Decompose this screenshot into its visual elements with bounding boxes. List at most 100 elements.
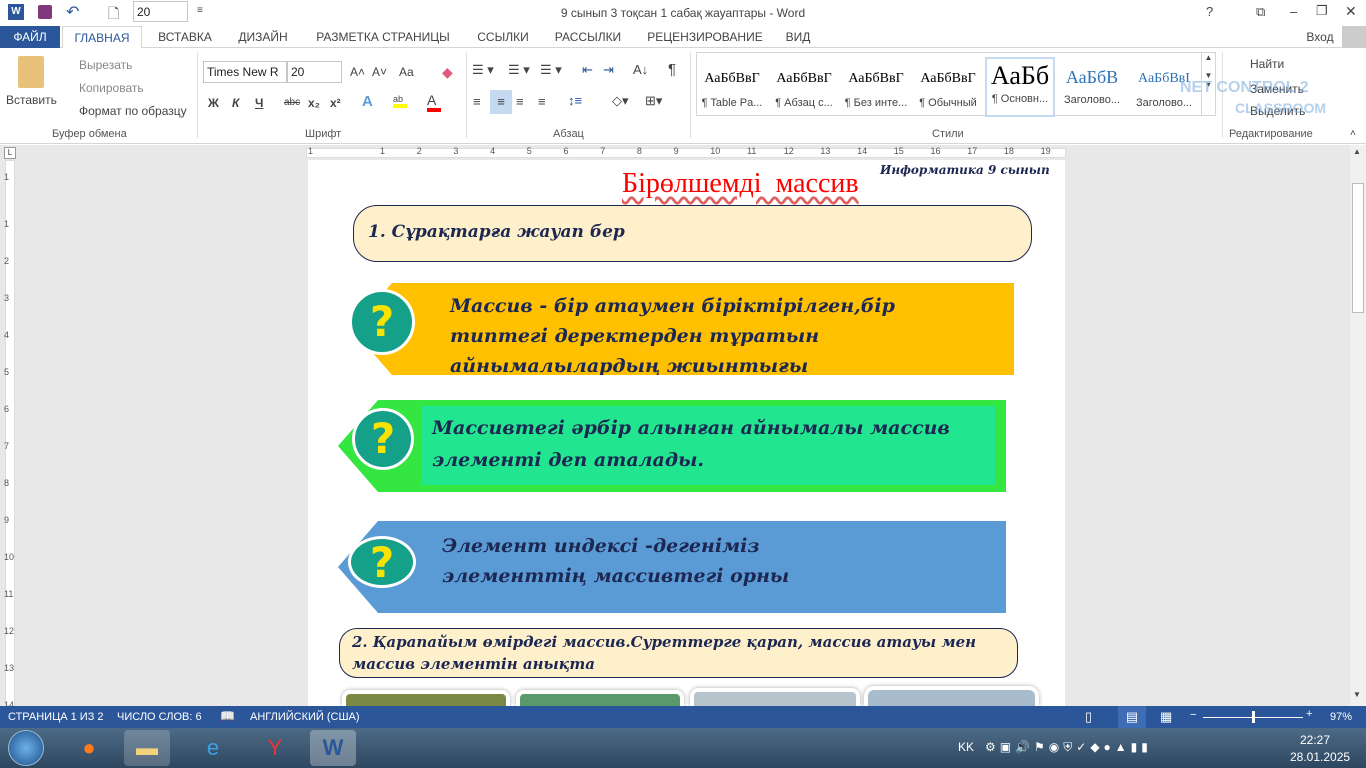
system-tray-icons[interactable]: ⚙▣🔊⚑◉⛨✓◆●▲▮▮ bbox=[985, 740, 1275, 755]
style-no-spacing[interactable]: АаБбВвГ ¶ Без инте... bbox=[841, 57, 911, 117]
find-button[interactable]: Найти bbox=[1250, 57, 1284, 71]
cut-button[interactable]: Вырезать bbox=[79, 58, 132, 72]
sign-in-link[interactable]: Вход bbox=[1300, 26, 1340, 48]
font-group-label: Шрифт bbox=[305, 128, 342, 140]
editing-group-label: Редактирование bbox=[1229, 128, 1313, 140]
font-name-input[interactable]: Times New R bbox=[203, 61, 287, 83]
tab-design[interactable]: ДИЗАЙН bbox=[228, 26, 298, 48]
tab-review[interactable]: РЕЦЕНЗИРОВАНИЕ bbox=[640, 26, 770, 48]
internet-explorer-icon[interactable]: e bbox=[190, 730, 236, 766]
highlight-icon[interactable]: ab bbox=[393, 94, 407, 108]
copy-button[interactable]: Копировать bbox=[79, 81, 144, 95]
word-count[interactable]: ЧИСЛО СЛОВ: 6 bbox=[117, 711, 202, 723]
font-color-icon[interactable]: A bbox=[427, 92, 441, 112]
grow-font-button[interactable]: A˄ bbox=[350, 65, 365, 79]
line-spacing-icon[interactable]: ↕≡ bbox=[568, 93, 582, 108]
multilevel-list-icon[interactable]: ☰ ▾ bbox=[540, 62, 562, 78]
style-table-paragraph[interactable]: АаБбВвГ ¶ Table Pa... bbox=[697, 57, 767, 117]
file-explorer-icon[interactable]: ▬ bbox=[124, 730, 170, 766]
numbering-icon[interactable]: ☰ ▾ bbox=[508, 62, 530, 78]
borders-icon[interactable]: ⊞▾ bbox=[645, 93, 662, 109]
text-effects-icon[interactable]: A bbox=[362, 93, 373, 110]
quick-font-size[interactable]: 20 bbox=[133, 1, 188, 22]
ruler-tick-label: 4 bbox=[490, 146, 496, 156]
zoom-level[interactable]: 97% bbox=[1330, 711, 1352, 723]
print-layout-icon[interactable]: ▤ bbox=[1118, 706, 1146, 728]
format-painter-button[interactable]: Формат по образцу bbox=[79, 104, 187, 118]
horizontal-ruler[interactable]: L 1 1 2 3 4 5 6 7 8 9 10 11 12 13 14 15 16 17 18 19 bbox=[0, 145, 1350, 160]
italic-button[interactable]: К bbox=[232, 96, 239, 110]
decrease-indent-icon[interactable]: ⇤ bbox=[582, 62, 593, 78]
tab-home[interactable]: ГЛАВНАЯ bbox=[62, 26, 142, 49]
zoom-out-button[interactable]: − bbox=[1190, 709, 1196, 721]
ruler-tick-label: 10 bbox=[4, 552, 15, 562]
style-normal[interactable]: АаБбВвГ ¶ Обычный bbox=[913, 57, 983, 117]
strikethrough-button[interactable]: abc bbox=[284, 97, 300, 108]
undo-icon[interactable]: ↶ bbox=[66, 2, 79, 22]
align-left-icon[interactable]: ≡ bbox=[473, 94, 481, 109]
document-title[interactable]: Бірөлшемді массив bbox=[622, 168, 859, 200]
tab-layout[interactable]: РАЗМЕТКА СТРАНИЦЫ bbox=[308, 26, 458, 48]
ruler-tick-label: 11 bbox=[4, 589, 14, 599]
question-icon: ? bbox=[349, 289, 415, 355]
page-count[interactable]: СТРАНИЦА 1 ИЗ 2 bbox=[8, 711, 104, 723]
word-taskbar-icon[interactable]: W bbox=[310, 730, 356, 766]
zoom-in-button[interactable]: + bbox=[1306, 708, 1312, 720]
tab-view[interactable]: ВИД bbox=[778, 26, 818, 48]
language[interactable]: АНГЛИЙСКИЙ (США) bbox=[250, 711, 360, 723]
close-button[interactable]: ✕ bbox=[1345, 3, 1357, 20]
collapse-ribbon-icon[interactable]: ˄ bbox=[1350, 128, 1356, 139]
ruler-tick-label: 1 bbox=[380, 146, 386, 156]
tab-selector[interactable]: L bbox=[4, 147, 16, 159]
help-button[interactable]: ? bbox=[1206, 4, 1213, 19]
proofing-icon[interactable]: 📖 bbox=[220, 709, 235, 723]
superscript-button[interactable]: x² bbox=[330, 96, 341, 110]
shrink-font-button[interactable]: A˅ bbox=[372, 65, 387, 79]
firefox-icon[interactable]: ● bbox=[66, 730, 112, 766]
read-mode-icon[interactable]: ▯ bbox=[1085, 709, 1092, 725]
restore-button[interactable]: ❐ bbox=[1316, 3, 1328, 19]
input-language[interactable]: KK bbox=[958, 740, 974, 754]
yandex-browser-icon[interactable]: Y bbox=[252, 730, 298, 766]
change-case-button[interactable]: Aa bbox=[399, 65, 414, 79]
style-heading-1[interactable]: АаБбВ Заголово... bbox=[1057, 57, 1127, 117]
vertical-ruler[interactable]: 1 1 2 3 4 5 6 7 8 9 10 11 12 13 14 bbox=[0, 160, 20, 710]
ruler-tick-label: 2 bbox=[416, 146, 422, 156]
bold-button[interactable]: Ж bbox=[208, 96, 219, 110]
style-list-paragraph[interactable]: АаБбВвГ ¶ Абзац с... bbox=[769, 57, 839, 117]
style-body[interactable]: АаБб ¶ Основн... bbox=[985, 57, 1055, 117]
definition-text-3: Элемент индексі -дегеніміз элементтің ма… bbox=[442, 535, 790, 587]
save-icon[interactable] bbox=[38, 5, 52, 19]
paste-button[interactable]: Вставить bbox=[6, 93, 57, 107]
font-size-input[interactable]: 20 bbox=[287, 61, 342, 83]
clock-date[interactable]: 28.01.2025 bbox=[1290, 750, 1350, 764]
shading-icon[interactable]: ◇▾ bbox=[612, 93, 629, 109]
increase-indent-icon[interactable]: ⇥ bbox=[603, 62, 614, 78]
subscript-button[interactable]: x₂ bbox=[308, 96, 320, 110]
tab-file[interactable]: ФАЙЛ bbox=[0, 26, 60, 48]
ribbon-display-button[interactable]: ⧉ bbox=[1256, 4, 1265, 20]
start-button[interactable] bbox=[8, 730, 44, 766]
document-page[interactable]: Информатика 9 сынып Бірөлшемді массив 1.… bbox=[308, 160, 1065, 706]
show-marks-button[interactable]: ¶ bbox=[668, 61, 676, 78]
customize-qat-icon[interactable]: ≡ bbox=[197, 5, 203, 16]
tab-references[interactable]: ССЫЛКИ bbox=[468, 26, 538, 48]
bullets-icon[interactable]: ☰ ▾ bbox=[472, 62, 494, 78]
align-center-icon[interactable]: ≡ bbox=[490, 90, 512, 114]
print-preview-icon[interactable]: 🗋 bbox=[108, 3, 119, 27]
underline-button[interactable]: Ч bbox=[255, 96, 263, 110]
clock-time[interactable]: 22:27 bbox=[1300, 733, 1330, 747]
justify-icon[interactable]: ≡ bbox=[538, 94, 546, 109]
tab-mailings[interactable]: РАССЫЛКИ bbox=[548, 26, 628, 48]
vertical-scrollbar[interactable]: ▲ ▼ bbox=[1350, 145, 1366, 706]
zoom-slider-thumb[interactable] bbox=[1251, 711, 1255, 723]
align-right-icon[interactable]: ≡ bbox=[516, 94, 524, 109]
minimize-button[interactable]: – bbox=[1290, 4, 1297, 19]
tab-insert[interactable]: ВСТАВКА bbox=[150, 26, 220, 48]
scroll-thumb[interactable] bbox=[1352, 183, 1364, 313]
web-layout-icon[interactable]: ▦ bbox=[1160, 709, 1172, 725]
ruler-tick-label: 6 bbox=[563, 146, 569, 156]
question-icon: ? bbox=[348, 536, 416, 588]
clear-formatting-icon[interactable]: ◆ bbox=[442, 64, 453, 81]
sort-icon[interactable]: A↓ bbox=[633, 62, 648, 77]
